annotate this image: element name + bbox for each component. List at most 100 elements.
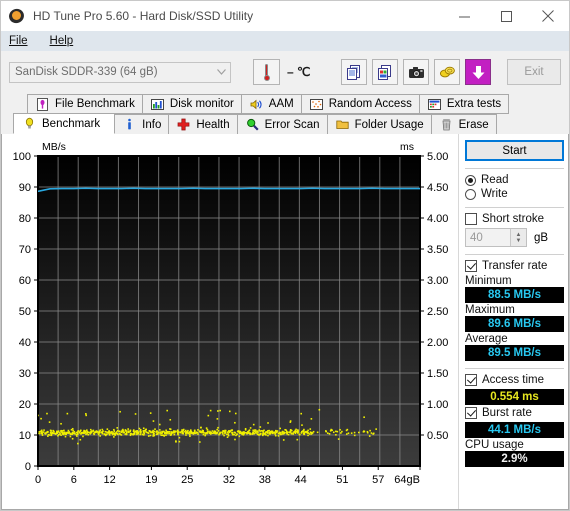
tab-info-label: Info — [142, 118, 162, 131]
tab-erase[interactable]: Erase — [430, 114, 497, 134]
checkbox-short-stroke-icon — [465, 213, 477, 225]
svg-text:3.50: 3.50 — [427, 244, 448, 256]
tab-bar: File Benchmark Disk monitor AAM Random A… — [1, 93, 569, 134]
coins-icon[interactable] — [434, 59, 460, 85]
temperature-value: – ℃ — [287, 65, 311, 79]
start-button[interactable]: Start — [465, 140, 564, 161]
menu-bar: File Help — [1, 31, 569, 51]
svg-text:12: 12 — [104, 474, 116, 486]
tab-benchmark[interactable]: Benchmark — [13, 113, 116, 134]
average-value: 89.5 MB/s — [465, 345, 564, 361]
svg-text:64gB: 64gB — [394, 474, 420, 486]
radio-write-label: Write — [481, 188, 508, 200]
title-bar: HD Tune Pro 5.60 - Hard Disk/SSD Utility — [1, 1, 569, 31]
toolbar: SanDisk SDDR-339 (64 gB) – ℃ Exit — [1, 51, 569, 93]
copy-text-icon[interactable] — [341, 59, 367, 85]
trash-icon — [439, 117, 454, 132]
checkbox-transfer-rate[interactable]: Transfer rate — [465, 260, 564, 272]
svg-text:38: 38 — [259, 474, 271, 486]
minimum-label: Minimum — [465, 275, 512, 287]
tab-extra-tests[interactable]: Extra tests — [418, 94, 510, 114]
tab-row-primary: Benchmark Info Health Error Scan Folder … — [5, 113, 565, 134]
chart-canvas: 0102030405060708090100MB/s0.501.001.502.… — [13, 141, 449, 486]
tab-random-access[interactable]: Random Access — [300, 94, 420, 114]
tab-info[interactable]: Info — [114, 114, 170, 134]
checkbox-burst-rate[interactable]: Burst rate — [465, 407, 564, 419]
radio-write[interactable]: Write — [465, 188, 564, 200]
cpu-usage-value: 2.9% — [465, 451, 564, 467]
svg-text:57: 57 — [372, 474, 384, 486]
device-select-value: SanDisk SDDR-339 (64 gB) — [15, 66, 158, 78]
svg-text:44: 44 — [295, 474, 307, 486]
average-label: Average — [465, 333, 508, 345]
file-benchmark-icon — [35, 97, 50, 112]
lightbulb-icon — [22, 116, 37, 131]
main-content: 0 10 20 30 40 50 60 70 80 90 100 MB/s 0.50 1.00 1.50 2.… — [1, 134, 569, 510]
stepper-arrows-icon[interactable]: ▲ ▼ — [510, 229, 526, 246]
svg-text:19: 19 — [145, 474, 157, 486]
checkbox-short-stroke[interactable]: Short stroke — [465, 213, 564, 225]
access-time-value: 0.554 ms — [465, 389, 564, 405]
checkbox-transfer-rate-label: Transfer rate — [482, 260, 548, 272]
stepper-down-icon[interactable]: ▼ — [516, 238, 522, 244]
tab-folder-usage[interactable]: Folder Usage — [326, 114, 432, 134]
svg-text:100: 100 — [13, 151, 31, 163]
maximum-label: Maximum — [465, 304, 515, 316]
tab-row-secondary: File Benchmark Disk monitor AAM Random A… — [5, 93, 565, 114]
radio-read-icon — [465, 174, 476, 186]
svg-text:ms: ms — [400, 141, 414, 153]
info-icon — [122, 117, 137, 132]
svg-text:51: 51 — [336, 474, 348, 486]
tab-aam[interactable]: AAM — [240, 94, 302, 114]
random-access-icon — [309, 97, 324, 112]
radio-write-icon — [465, 188, 476, 200]
checkbox-access-time[interactable]: Access time — [465, 374, 564, 386]
tab-benchmark-label: Benchmark — [42, 117, 101, 130]
svg-text:1.50: 1.50 — [427, 368, 448, 380]
tab-error-scan-label: Error Scan — [264, 118, 320, 131]
svg-text:10: 10 — [19, 430, 31, 442]
svg-text:MB/s: MB/s — [42, 141, 66, 153]
benchmark-chart: 0 10 20 30 40 50 60 70 80 90 100 MB/s 0.50 1.00 1.50 2.… — [2, 134, 458, 509]
svg-text:4.50: 4.50 — [427, 182, 448, 194]
menu-file[interactable]: File — [9, 35, 28, 47]
close-icon[interactable] — [527, 1, 569, 31]
tab-file-benchmark[interactable]: File Benchmark — [27, 94, 143, 114]
exit-button[interactable]: Exit — [507, 59, 561, 85]
burst-rate-value: 44.1 MB/s — [465, 422, 564, 438]
cpu-usage-label: CPU usage — [465, 439, 524, 451]
chevron-down-icon — [212, 69, 230, 75]
svg-text:2.50: 2.50 — [427, 306, 448, 318]
svg-text:50: 50 — [19, 306, 31, 318]
menu-help[interactable]: Help — [50, 35, 74, 47]
control-panel: Start Read Write Short stroke 40 ▲ ▼ gB … — [458, 134, 568, 509]
svg-text:60: 60 — [19, 275, 31, 287]
tab-error-scan[interactable]: Error Scan — [236, 114, 328, 134]
tab-disk-monitor[interactable]: Disk monitor — [141, 94, 242, 114]
tab-health[interactable]: Health — [168, 114, 238, 134]
device-select[interactable]: SanDisk SDDR-339 (64 gB) — [9, 61, 231, 83]
svg-text:5.00: 5.00 — [427, 151, 448, 163]
temperature-button[interactable] — [253, 59, 280, 85]
window-title: HD Tune Pro 5.60 - Hard Disk/SSD Utility — [33, 9, 254, 23]
svg-text:32: 32 — [223, 474, 235, 486]
svg-text:0.50: 0.50 — [427, 430, 448, 442]
minimize-icon[interactable] — [443, 1, 485, 31]
folder-icon — [335, 117, 350, 132]
menu-help-label: Help — [49, 35, 74, 47]
short-stroke-stepper[interactable]: 40 ▲ ▼ — [465, 228, 527, 247]
radio-read[interactable]: Read — [465, 174, 564, 186]
menu-file-label: File — [9, 35, 28, 47]
bar-chart-icon — [150, 97, 165, 112]
svg-text:1.00: 1.00 — [427, 399, 448, 411]
maximize-icon[interactable] — [485, 1, 527, 31]
checkbox-access-time-icon — [465, 374, 477, 386]
minimum-value: 88.5 MB/s — [465, 287, 564, 303]
screenshot-camera-icon[interactable] — [403, 59, 429, 85]
svg-text:20: 20 — [19, 399, 31, 411]
copy-image-icon[interactable] — [372, 59, 398, 85]
svg-text:2.00: 2.00 — [427, 337, 448, 349]
svg-text:0: 0 — [35, 474, 41, 486]
checkbox-burst-rate-icon — [465, 407, 477, 419]
download-arrow-icon[interactable] — [465, 59, 491, 85]
